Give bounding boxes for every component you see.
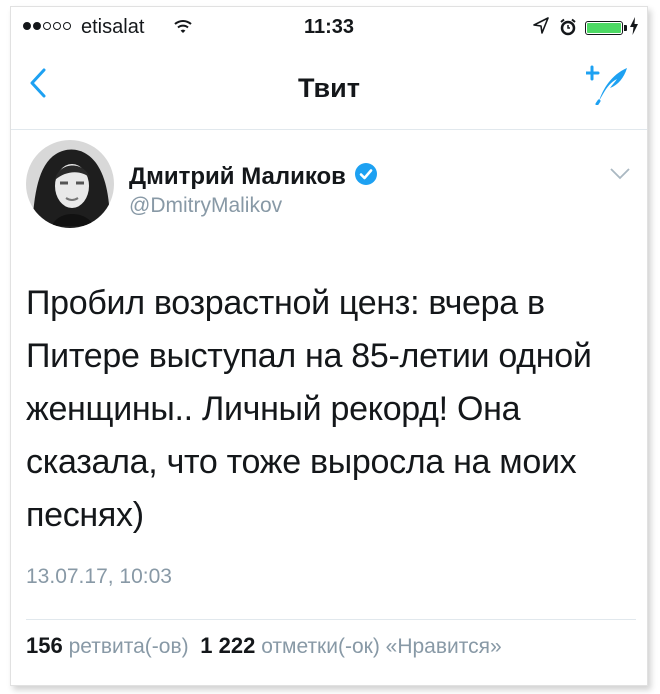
- divider: [26, 619, 636, 620]
- nav-bar: Твит: [11, 47, 647, 130]
- tweet-timestamp: 13.07.17, 10:03: [26, 565, 172, 588]
- tweet-stats: 156 ретвита(-ов) 1 222 отметки(-ок) «Нра…: [26, 633, 502, 659]
- page-title: Твит: [298, 73, 360, 103]
- author-name-row: Дмитрий Маликов: [129, 162, 378, 191]
- screenshot-frame: etisalat 11:33 Твит Дмитрий Маликов @Dmi…: [10, 6, 648, 686]
- chevron-down-icon[interactable]: [609, 167, 631, 186]
- charging-bolt-icon: [630, 17, 638, 40]
- battery-level: [587, 23, 621, 33]
- status-bar: etisalat 11:33: [11, 7, 647, 47]
- author-handle[interactable]: @DmitryMalikov: [129, 194, 282, 218]
- status-time: 11:33: [303, 16, 355, 38]
- likes-label[interactable]: отметки(-ок) «Нравится»: [261, 635, 502, 658]
- compose-tweet-icon[interactable]: [584, 63, 630, 110]
- tweet-text: Пробил возрастной ценз: вчера в Питере в…: [26, 284, 592, 534]
- location-arrow-icon: [533, 17, 549, 41]
- avatar[interactable]: [26, 140, 114, 228]
- retweets-label[interactable]: ретвита(-ов): [69, 635, 189, 658]
- likes-count[interactable]: 1 222: [200, 633, 255, 658]
- author-name[interactable]: Дмитрий Маликов: [129, 163, 346, 191]
- retweets-count[interactable]: 156: [26, 633, 63, 658]
- battery-icon: [585, 21, 623, 35]
- alarm-icon: [559, 18, 577, 42]
- battery-tip: [624, 25, 627, 31]
- verified-badge-icon: [354, 162, 378, 191]
